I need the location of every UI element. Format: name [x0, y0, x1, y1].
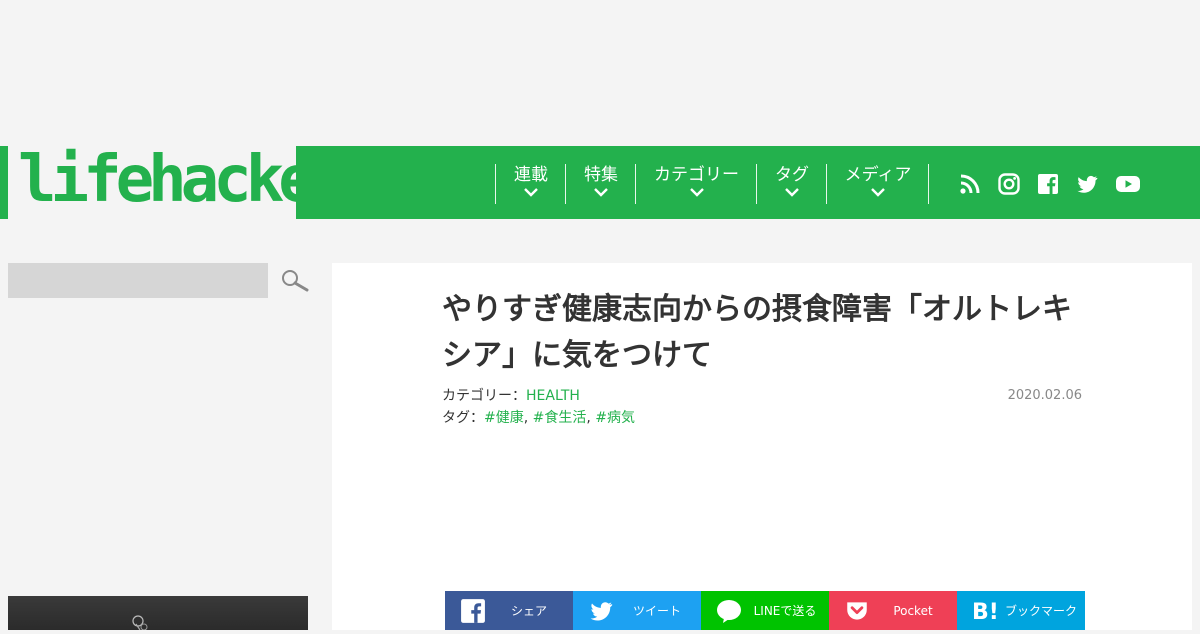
nav-item-tags[interactable]: タグ — [756, 164, 827, 204]
search-input[interactable] — [8, 263, 268, 298]
share-buttons: シェア ツイート LINEで送る Pocket B! ブックマーク — [445, 591, 1085, 630]
chevron-down-icon — [871, 188, 885, 197]
category-label: カテゴリー： — [442, 388, 526, 404]
site-logo[interactable]: lifehacker — [18, 130, 349, 230]
article-category-line: カテゴリー：HEALTH — [442, 385, 580, 405]
nav-item-categories[interactable]: カテゴリー — [635, 164, 757, 204]
article-card: やりすぎ健康志向からの摂食障害「オルトレキシア」に気をつけて カテゴリー：HEA… — [332, 263, 1192, 630]
article-title: やりすぎ健康志向からの摂食障害「オルトレキシア」に気をつけて — [442, 292, 1072, 373]
youtube-icon[interactable] — [1115, 172, 1141, 196]
article-tags-line: タグ：#健康, #食生活, #病気 — [442, 407, 635, 427]
nav-item-label: 特集 — [584, 165, 618, 185]
tags-label: タグ： — [442, 410, 484, 426]
share-label: ブックマーク — [1004, 604, 1077, 618]
twitter-share-button[interactable]: ツイート — [573, 591, 701, 630]
nav-item-label: カテゴリー — [654, 165, 739, 185]
nav-item-series[interactable]: 連載 — [495, 164, 566, 204]
share-label: Pocket — [893, 603, 933, 618]
main-navbar: 連載 特集 カテゴリー タグ メディア — [296, 146, 1200, 219]
tag-link[interactable]: #健康 — [484, 410, 524, 426]
nav-item-media[interactable]: メディア — [826, 164, 929, 204]
tag-link[interactable]: #食生活 — [533, 410, 587, 426]
share-label: LINEで送る — [753, 604, 817, 618]
nav-item-label: メディア — [844, 165, 912, 185]
nav-item-features[interactable]: 特集 — [565, 164, 636, 204]
nav-item-label: 連載 — [514, 165, 548, 185]
tag-separator: , — [523, 410, 529, 426]
twitter-icon[interactable] — [1075, 172, 1099, 196]
rss-icon[interactable] — [958, 172, 982, 196]
pocket-share-button[interactable]: Pocket — [829, 591, 957, 630]
sidebar-image-detail — [132, 615, 148, 631]
tag-separator: , — [586, 410, 591, 426]
line-share-button[interactable]: LINEで送る — [701, 591, 829, 630]
facebook-share-button[interactable]: シェア — [445, 591, 573, 630]
facebook-icon[interactable] — [1036, 172, 1060, 196]
sidebar-thumbnail-image[interactable] — [8, 596, 308, 631]
tag-link[interactable]: #病気 — [595, 410, 635, 426]
chevron-down-icon — [524, 188, 538, 197]
share-label: ツイート — [632, 604, 681, 618]
share-label: シェア — [510, 604, 547, 618]
nav-item-label: タグ — [775, 165, 809, 185]
chevron-down-icon — [594, 188, 608, 197]
search-icon[interactable] — [280, 268, 310, 294]
instagram-icon[interactable] — [997, 172, 1021, 196]
logo-stripe — [0, 146, 8, 219]
category-link[interactable]: HEALTH — [526, 388, 580, 404]
article-date: 2020.02.06 — [1007, 388, 1082, 403]
chevron-down-icon — [785, 188, 799, 197]
chevron-down-icon — [689, 188, 704, 197]
hatena-bookmark-button[interactable]: B! ブックマーク — [957, 591, 1085, 630]
nav-divider — [928, 164, 929, 204]
